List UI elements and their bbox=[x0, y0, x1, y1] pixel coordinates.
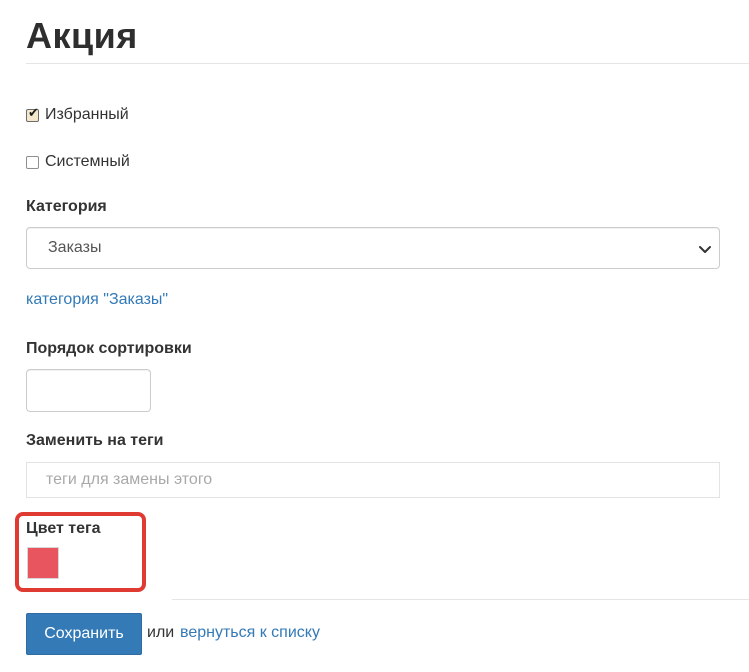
system-checkbox[interactable] bbox=[26, 155, 39, 169]
save-button[interactable]: Сохранить bbox=[26, 613, 142, 655]
favorite-checkbox-row[interactable]: ✔ Избранный bbox=[26, 106, 129, 124]
page-title: Акция bbox=[26, 15, 138, 56]
title-divider bbox=[26, 63, 749, 64]
system-checkbox-row[interactable]: Системный bbox=[26, 153, 130, 171]
favorite-checkbox-label: Избранный bbox=[45, 106, 129, 123]
replace-tags-label: Заменить на теги bbox=[26, 432, 164, 449]
form-actions-divider bbox=[172, 599, 749, 600]
system-checkbox-label: Системный bbox=[45, 153, 130, 170]
sort-order-label: Порядок сортировки bbox=[26, 340, 192, 357]
back-to-list-link[interactable]: вернуться к списку bbox=[180, 624, 320, 642]
replace-tags-input[interactable] bbox=[26, 462, 720, 498]
tag-color-swatch[interactable] bbox=[27, 547, 59, 579]
chevron-down-icon bbox=[699, 246, 711, 253]
sort-order-input[interactable] bbox=[26, 369, 151, 412]
category-select-value: Заказы bbox=[48, 239, 102, 256]
or-text: или bbox=[147, 624, 175, 641]
favorite-checkbox[interactable]: ✔ bbox=[26, 105, 39, 122]
tag-color-label: Цвет тега bbox=[26, 520, 101, 537]
category-select[interactable]: Заказы bbox=[26, 227, 720, 269]
check-icon: ✔ bbox=[28, 105, 39, 121]
category-label: Категория bbox=[26, 198, 107, 215]
category-link[interactable]: категория "Заказы" bbox=[26, 291, 168, 309]
